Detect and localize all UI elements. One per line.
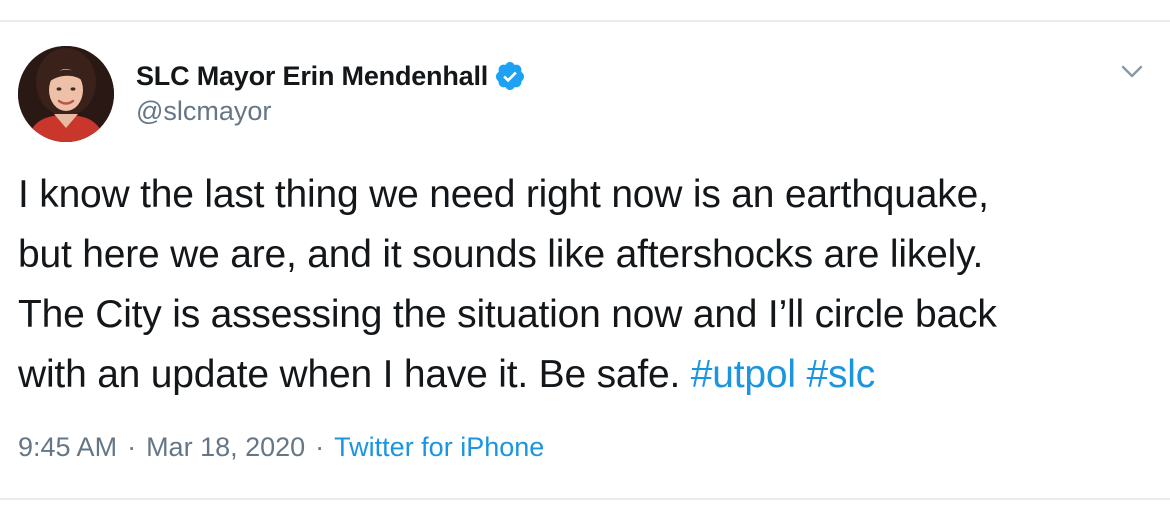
tweet-metadata: 9:45 AM · Mar 18, 2020 · Twitter for iPhone [18,432,544,463]
tweet: SLC Mayor Erin Mendenhall @slcmayor I kn… [0,22,1170,498]
chevron-down-icon[interactable] [1118,58,1146,86]
user-handle[interactable]: @slcmayor [136,96,526,127]
tweet-time[interactable]: 9:45 AM [18,432,117,462]
tweet-text: I know the last thing we need right now … [18,165,1158,405]
tweet-date[interactable]: Mar 18, 2020 [146,432,305,462]
meta-separator: · [315,432,325,462]
avatar[interactable] [18,46,114,142]
tweet-text-line: I know the last thing we need right now … [18,173,989,216]
display-name[interactable]: SLC Mayor Erin Mendenhall [136,61,488,92]
tweet-text-line: The City is assessing the situation now … [18,293,997,336]
tweet-text-segment: with an update when I have it. Be safe. [18,353,691,396]
tweet-text-line: but here we are, and it sounds like afte… [18,233,984,276]
tweet-header: SLC Mayor Erin Mendenhall @slcmayor [136,58,526,127]
avatar-photo-icon [18,46,114,142]
hashtag-link-utpol[interactable]: #utpol [691,353,796,396]
hashtag-link-slc[interactable]: #slc [806,353,875,396]
name-row: SLC Mayor Erin Mendenhall [136,58,526,94]
meta-separator: · [127,432,137,462]
tweet-text-line: with an update when I have it. Be safe. … [18,345,1158,405]
verified-badge-icon [494,60,526,92]
tweet-source-link[interactable]: Twitter for iPhone [334,432,544,462]
bottom-divider [0,498,1170,500]
